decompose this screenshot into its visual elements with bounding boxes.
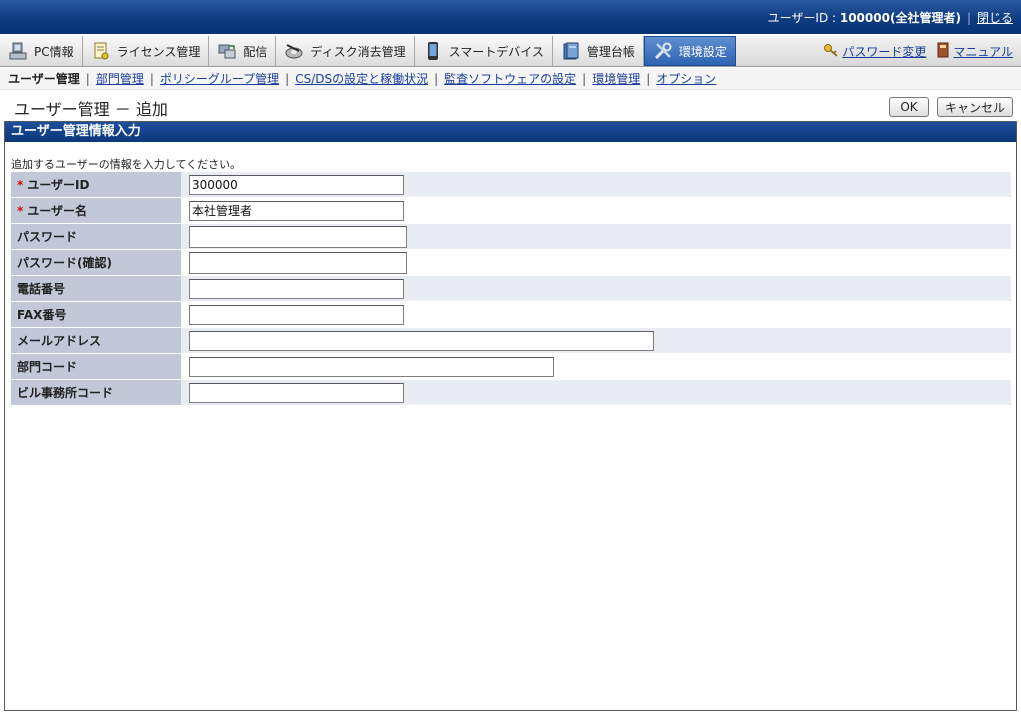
user-id-value: 100000(全社管理者) (839, 11, 961, 25)
field-label: パスワード (11, 224, 181, 249)
office-code-input[interactable] (189, 382, 404, 403)
field-label: パスワード(確認) (11, 250, 181, 275)
tab-label: 環境設定 (678, 44, 727, 59)
top-banner: ユーザーID : 100000(全社管理者) | 閉じる (0, 0, 1021, 34)
ledger-icon (561, 41, 581, 61)
tab-label: ライセンス管理 (116, 44, 201, 59)
separator: | (85, 71, 90, 86)
tools-icon (653, 41, 673, 61)
page-title: ユーザー管理 － 追加 (14, 100, 168, 119)
sub-navigation: ユーザー管理 | 部門管理 | ポリシーグループ管理 | CS/DSの設定と稼働… (0, 68, 1021, 90)
tab-label: PC情報 (34, 44, 74, 59)
user-id-label: ユーザーID : (767, 11, 840, 25)
password-change-link[interactable]: パスワード変更 (823, 42, 926, 61)
subnav-item-policy-group[interactable]: ポリシーグループ管理 (160, 70, 279, 87)
tab-label: 配信 (243, 44, 268, 59)
field-cell (181, 276, 1011, 301)
form-row-user-id: * ユーザーID (11, 172, 1011, 198)
subnav-item-options[interactable]: オプション (656, 70, 716, 87)
disk-erase-icon (284, 41, 304, 61)
tab-license[interactable]: ライセンス管理 (82, 36, 210, 66)
form-row-email: メールアドレス (11, 328, 1011, 354)
separator: | (285, 71, 290, 86)
field-label: * ユーザー名 (11, 198, 181, 223)
license-icon (91, 41, 111, 61)
field-label: * ユーザーID (11, 172, 181, 197)
distribution-icon (217, 41, 237, 61)
tab-label: スマートデバイス (448, 44, 544, 59)
form-row-user-name: * ユーザー名 (11, 198, 1011, 224)
field-cell (181, 354, 1011, 379)
form-row-fax: FAX番号 (11, 302, 1011, 328)
ok-button[interactable]: OK (889, 97, 929, 117)
user-name-input[interactable] (189, 200, 404, 221)
field-cell (181, 380, 1011, 405)
separator: | (582, 71, 587, 86)
subnav-item-department[interactable]: 部門管理 (96, 70, 144, 87)
subnav-item-audit-software[interactable]: 監査ソフトウェアの設定 (444, 70, 576, 87)
form-row-password: パスワード (11, 224, 1011, 250)
tab-links: パスワード変更 マニュアル (823, 36, 1021, 66)
subnav-item-environment[interactable]: 環境管理 (592, 70, 640, 87)
field-cell (181, 302, 1011, 327)
form-row-phone: 電話番号 (11, 276, 1011, 302)
panel-header: ユーザー管理情報入力 (5, 122, 1016, 142)
password-confirm-input[interactable] (189, 251, 407, 274)
tab-pc-info[interactable]: PC情報 (0, 36, 83, 66)
separator: | (966, 11, 971, 25)
field-label: 部門コード (11, 354, 181, 379)
book-icon (936, 42, 950, 61)
user-form: *ユーザーID *ユーザー名 パスワード パスワード(確認) 電話番号 FAX番… (11, 172, 1011, 406)
tab-settings[interactable]: 環境設定 (643, 36, 736, 66)
field-cell (181, 172, 1011, 197)
field-label-text: ユーザー名 (27, 204, 88, 218)
field-label-text: ユーザーID (27, 178, 90, 192)
subnav-item-cs-ds[interactable]: CS/DSの設定と稼働状況 (295, 70, 428, 87)
separator: | (646, 71, 651, 86)
subnav-current: ユーザー管理 (8, 72, 80, 86)
field-label: FAX番号 (11, 302, 181, 327)
close-link[interactable]: 閉じる (977, 11, 1013, 25)
smart-device-icon (423, 41, 443, 61)
user-info-panel: ユーザー管理情報入力 追加するユーザーの情報を入力してください。 * ユーザーID… (4, 121, 1017, 711)
form-row-department-code: 部門コード (11, 354, 1011, 380)
tab-label: 管理台帳 (586, 44, 635, 59)
user-info: ユーザーID : 100000(全社管理者) | 閉じる (768, 9, 1013, 26)
password-change-label: パスワード変更 (842, 44, 927, 59)
cancel-button[interactable]: キャンセル (937, 97, 1013, 117)
form-row-password-confirm: パスワード(確認) (11, 250, 1011, 276)
field-cell (181, 250, 1011, 275)
fax-input[interactable] (189, 304, 404, 325)
manual-label: マニュアル (953, 44, 1013, 59)
instruction-text: 追加するユーザーの情報を入力してください。 (11, 158, 242, 171)
separator: | (434, 71, 439, 86)
field-cell (181, 328, 1011, 353)
phone-input[interactable] (189, 278, 404, 299)
separator: | (149, 71, 154, 86)
tab-smart-device[interactable]: スマートデバイス (414, 36, 553, 66)
tab-disk-erase[interactable]: ディスク消去管理 (276, 36, 415, 66)
form-row-office-code: ビル事務所コード (11, 380, 1011, 406)
password-input[interactable] (189, 225, 407, 248)
manual-link[interactable]: マニュアル (936, 42, 1013, 61)
required-mark: * (17, 177, 24, 192)
tab-label: ディスク消去管理 (310, 44, 406, 59)
pc-icon (8, 41, 28, 61)
tab-distribution[interactable]: 配信 (209, 36, 277, 66)
user-id-input[interactable] (189, 174, 404, 195)
field-cell (181, 224, 1011, 249)
field-label: メールアドレス (11, 328, 181, 353)
main-tabs: PC情報 ライセンス管理 配信 ディスク消去管理 スマートデバイス 管理台帳 環… (0, 36, 1021, 67)
department-code-input[interactable] (189, 356, 554, 377)
key-icon (823, 42, 839, 61)
field-label: ビル事務所コード (11, 380, 181, 405)
email-input[interactable] (189, 330, 654, 351)
tab-ledger[interactable]: 管理台帳 (552, 36, 644, 66)
required-mark: * (17, 203, 24, 218)
field-label: 電話番号 (11, 276, 181, 301)
field-cell (181, 198, 1011, 223)
